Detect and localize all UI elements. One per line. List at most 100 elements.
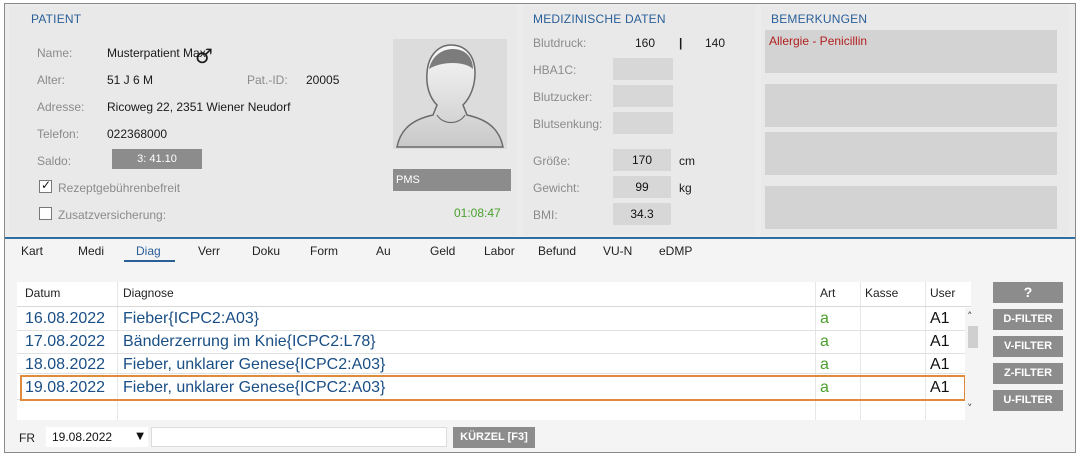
tab-form[interactable]: Form (310, 244, 338, 258)
age-label: Alter: (37, 73, 66, 87)
blood-sugar-field[interactable] (613, 85, 673, 107)
blood-pressure-separator: | (679, 36, 683, 50)
remark-field-4[interactable] (765, 186, 1057, 229)
remark-field-3[interactable] (765, 132, 1057, 175)
remark-field-2[interactable] (765, 84, 1057, 127)
person-silhouette-icon (396, 44, 504, 148)
height-field[interactable]: 170 (613, 149, 671, 171)
cell-diagnose: Bänderzerrung im Knie{ICPC2:L78} (123, 333, 376, 350)
cell-diagnose: Fieber, unklarer Genese{ICPC2:A03} (123, 356, 386, 373)
table-scrollbar[interactable]: ˄ ˅ (965, 308, 981, 420)
tab-labor[interactable]: Labor (484, 244, 515, 258)
z-filter-button[interactable]: Z-FILTER (993, 363, 1063, 384)
kuerzel-button[interactable]: KÜRZEL [F3] (453, 427, 535, 448)
cell-user: A1 (930, 333, 950, 350)
zusatz-checkbox[interactable] (39, 207, 52, 220)
patient-age: 51 J 6 M (107, 73, 154, 87)
tab-vu-n[interactable]: VU-N (603, 244, 632, 258)
blood-pressure-diastolic: 140 (705, 36, 726, 50)
medical-title: MEDIZINISCHE DATEN (533, 12, 666, 26)
height-unit: cm (679, 154, 695, 168)
tab-geld[interactable]: Geld (430, 244, 455, 258)
weight-label: Gewicht: (533, 181, 580, 195)
table-row[interactable]: 17.08.2022 Bänderzerrung im Knie{ICPC2:L… (17, 331, 971, 354)
cell-art: a (820, 333, 829, 350)
esr-field[interactable] (613, 112, 673, 134)
table-row[interactable]: 18.08.2022 Fieber, unklarer Genese{ICPC2… (17, 354, 971, 374)
patient-id: 20005 (306, 73, 340, 87)
name-label: Name: (37, 46, 73, 60)
cell-datum: 16.08.2022 (25, 310, 106, 327)
tab-medi[interactable]: Medi (78, 244, 104, 258)
blood-sugar-label: Blutzucker: (533, 90, 593, 104)
patid-label: Pat.-ID: (247, 73, 288, 87)
header-user[interactable]: User (930, 286, 955, 300)
remark-text-1: Allergie - Penicillin (769, 34, 868, 48)
scroll-thumb[interactable] (968, 326, 978, 348)
header-kasse[interactable]: Kasse (865, 286, 898, 300)
hba1c-field[interactable] (613, 58, 673, 80)
tab-befund[interactable]: Befund (538, 244, 576, 258)
pms-field[interactable]: PMS (393, 169, 511, 191)
diagnosis-input[interactable] (151, 427, 447, 447)
v-filter-button[interactable]: V-FILTER (993, 336, 1063, 357)
weight-unit: kg (679, 181, 692, 195)
medical-panel: MEDIZINISCHE DATEN Blutdruck: 160 | 140 … (523, 6, 755, 234)
cell-diagnose: Fieber{ICPC2:A03} (123, 310, 260, 327)
table-row[interactable]: 16.08.2022 Fieber{ICPC2:A03} a A1 (17, 308, 971, 331)
tab-kart[interactable]: Kart (21, 244, 43, 258)
remarks-panel: BEMERKUNGEN Allergie - Penicillin (761, 6, 1069, 234)
avatar[interactable] (393, 39, 507, 149)
date-select[interactable]: 19.08.2022 ▼ (46, 427, 148, 447)
date-value: 19.08.2022 (52, 430, 113, 444)
header-art[interactable]: Art (820, 286, 835, 300)
saldo-label: Saldo: (37, 154, 72, 168)
chevron-down-icon[interactable]: ▼ (136, 427, 144, 447)
cell-datum: 18.08.2022 (25, 356, 106, 373)
blood-pressure-systolic: 160 (635, 36, 656, 50)
bmi-label: BMI: (533, 208, 558, 222)
height-label: Größe: (533, 154, 571, 168)
weight-field[interactable]: 99 (613, 176, 671, 198)
tab-verr[interactable]: Verr (198, 244, 220, 258)
remarks-title: BEMERKUNGEN (771, 12, 868, 26)
zusatz-label: Zusatzversicherung: (58, 208, 167, 222)
scroll-down-icon[interactable]: ˅ (967, 402, 973, 415)
rezept-label: Rezeptgebührenbefreit (58, 181, 181, 195)
patient-panel: PATIENT Name: Musterpatient Max Alter: 5… (9, 6, 517, 234)
tab-bar: Kart Medi Diag Verr Doku Form Au Geld La… (5, 241, 1075, 265)
patient-phone: 022368000 (107, 127, 168, 141)
cell-user: A1 (930, 356, 950, 373)
tab-doku[interactable]: Doku (252, 244, 280, 258)
cell-user: A1 (930, 310, 950, 327)
remark-field-1[interactable]: Allergie - Penicillin (765, 30, 1057, 73)
entry-bar: FR 19.08.2022 ▼ KÜRZEL [F3] (5, 424, 1075, 452)
male-icon: ♂ (195, 44, 213, 68)
scroll-up-icon[interactable]: ˄ (967, 310, 973, 323)
selection-highlight (20, 375, 966, 401)
blood-pressure-label: Blutdruck: (533, 36, 587, 50)
esr-label: Blutsenkung: (533, 117, 603, 131)
session-timer: 01:08:47 (454, 206, 501, 220)
help-button[interactable]: ? (993, 282, 1063, 303)
header-section: PATIENT Name: Musterpatient Max Alter: 5… (5, 4, 1075, 239)
fr-label: FR (19, 431, 35, 445)
patient-name: Musterpatient Max (107, 46, 206, 60)
bmi-field: 34.3 (613, 203, 671, 225)
u-filter-button[interactable]: U-FILTER (993, 390, 1063, 411)
tab-edmp[interactable]: eDMP (659, 244, 692, 258)
saldo-value[interactable]: 3: 41.10 (112, 149, 202, 169)
tab-diag[interactable]: Diag (124, 244, 175, 262)
app-window: PATIENT Name: Musterpatient Max Alter: 5… (4, 3, 1076, 453)
patient-title: PATIENT (31, 12, 82, 26)
cell-datum: 17.08.2022 (25, 333, 106, 350)
tab-au[interactable]: Au (376, 244, 391, 258)
rezept-checkbox[interactable] (39, 178, 52, 193)
phone-label: Telefon: (37, 127, 80, 141)
header-diagnose[interactable]: Diagnose (123, 286, 174, 300)
cell-art: a (820, 356, 829, 373)
address-label: Adresse: (37, 100, 85, 114)
cell-art: a (820, 310, 829, 327)
d-filter-button[interactable]: D-FILTER (993, 309, 1063, 330)
header-datum[interactable]: Datum (25, 286, 60, 300)
